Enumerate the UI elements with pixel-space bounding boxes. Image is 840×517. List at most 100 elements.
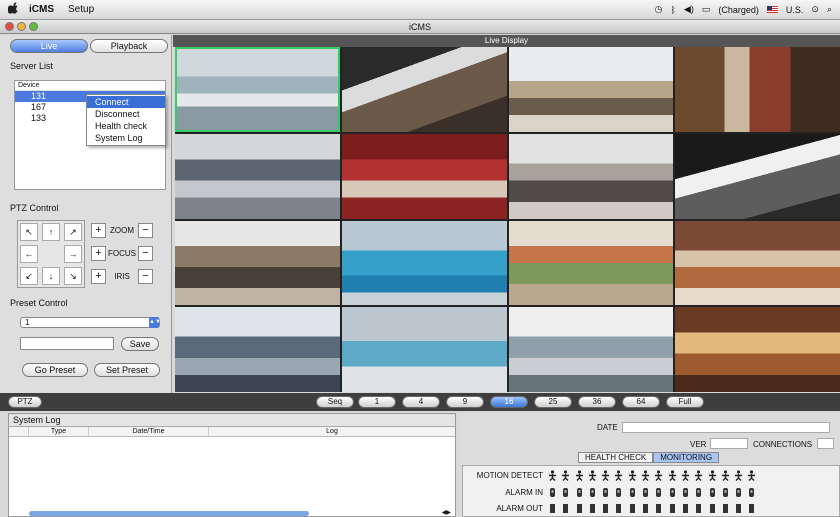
tab-monitoring[interactable]: MONITORING [653, 452, 720, 463]
log-index-column [9, 427, 29, 436]
camera-view[interactable] [675, 220, 840, 306]
log-message-column[interactable]: Log [209, 427, 455, 436]
battery-icon[interactable]: ▭ [702, 4, 711, 15]
time-machine-icon[interactable]: ⊙ [811, 4, 819, 15]
motion-detect-icon [587, 469, 598, 481]
pan-down-right-button[interactable]: ↘ [64, 267, 82, 285]
focus-control: + FOCUS − [91, 246, 153, 261]
system-log-header: Type Date/Time Log [9, 427, 455, 437]
app-menu-name[interactable]: iCMS [29, 4, 54, 15]
camera-view[interactable] [341, 133, 507, 219]
preset-name-input[interactable] [20, 337, 114, 350]
pan-up-left-button[interactable]: ↖ [20, 223, 38, 241]
menu-item-connect[interactable]: Connect [87, 96, 165, 108]
alarm-in-icon [560, 487, 571, 498]
camera-view[interactable] [341, 47, 507, 132]
left-panel: Live Playback Server List Device 131 167… [0, 35, 172, 393]
bluetooth-icon[interactable]: ᛒ [671, 5, 676, 15]
camera-view[interactable] [675, 133, 840, 219]
device-info-panel: DATE VER CONNECTIONS HEALTH CHECK MONITO… [460, 413, 840, 517]
camera-view[interactable] [508, 47, 674, 132]
preset-select[interactable]: 1 ▲▼ [20, 317, 161, 328]
pan-right-button[interactable]: → [64, 245, 82, 263]
go-preset-button[interactable]: Go Preset [22, 363, 88, 377]
save-button[interactable]: Save [121, 337, 159, 351]
camera-view[interactable] [675, 307, 840, 392]
date-label: DATE [597, 423, 618, 432]
split-36-button[interactable]: 36 [578, 396, 616, 408]
zoom-window-button[interactable] [29, 22, 38, 31]
zoom-in-button[interactable]: + [91, 223, 106, 238]
motion-detect-icon [667, 469, 678, 481]
split-9-button[interactable]: 9 [446, 396, 484, 408]
split-4-button[interactable]: 4 [402, 396, 440, 408]
tilt-down-button[interactable]: ↓ [42, 267, 60, 285]
alarm-in-icon [613, 487, 624, 498]
volume-icon[interactable]: ◀) [684, 4, 694, 15]
device-column-header: Device [15, 81, 165, 91]
motion-detect-label: MOTION DETECT [476, 470, 543, 480]
input-language[interactable]: U.S. [786, 5, 804, 15]
version-field [710, 438, 748, 449]
minimize-window-button[interactable] [17, 22, 26, 31]
alarm-in-icon [574, 487, 585, 498]
tilt-up-button[interactable]: ↑ [42, 223, 60, 241]
camera-view[interactable] [175, 133, 340, 219]
alarm-out-icon [653, 503, 664, 514]
split-25-button[interactable]: 25 [534, 396, 572, 408]
menu-item-health-check[interactable]: Health check [87, 120, 165, 132]
clock-icon[interactable]: ◷ [655, 4, 663, 15]
tab-playback[interactable]: Playback [90, 39, 168, 53]
zoom-out-button[interactable]: − [138, 223, 153, 238]
scroll-arrows-icon[interactable]: ◀▶ [442, 509, 451, 516]
iris-open-button[interactable]: + [91, 269, 106, 284]
window-titlebar: iCMS [0, 20, 840, 34]
alarm-in-row: ALARM IN [463, 485, 760, 499]
close-window-button[interactable] [5, 22, 14, 31]
split-64-button[interactable]: 64 [622, 396, 660, 408]
camera-view[interactable] [508, 133, 674, 219]
split-16-button[interactable]: 16 [490, 396, 528, 408]
iris-close-button[interactable]: − [138, 269, 153, 284]
setup-menu[interactable]: Setup [68, 4, 94, 15]
alarm-out-row: ALARM OUT [463, 501, 760, 515]
alarm-out-icon [574, 503, 585, 514]
camera-view[interactable] [175, 220, 340, 306]
camera-view[interactable] [175, 307, 340, 392]
pan-down-left-button[interactable]: ↙ [20, 267, 38, 285]
tab-health-check[interactable]: HEALTH CHECK [578, 452, 654, 463]
camera-view[interactable] [675, 47, 840, 132]
motion-detect-icon [733, 469, 744, 481]
camera-view[interactable] [341, 307, 507, 392]
mode-tabs: Live Playback [10, 39, 168, 53]
camera-view[interactable] [508, 307, 674, 392]
tab-live[interactable]: Live [10, 39, 88, 53]
ptz-toggle-button[interactable]: PTZ [8, 396, 42, 408]
pan-left-button[interactable]: ← [20, 245, 38, 263]
alarm-in-icon [707, 487, 718, 498]
split-seq-button[interactable]: Seq [316, 396, 354, 408]
flag-icon [766, 6, 778, 13]
menu-item-system-log[interactable]: System Log [87, 132, 165, 144]
full-screen-button[interactable]: Full [666, 396, 704, 408]
camera-view[interactable] [175, 47, 340, 132]
log-type-column[interactable]: Type [29, 427, 89, 436]
focus-in-button[interactable]: + [91, 246, 106, 261]
log-scrollbar[interactable] [29, 511, 309, 516]
camera-view[interactable] [341, 220, 507, 306]
set-preset-button[interactable]: Set Preset [94, 363, 160, 377]
window-controls [5, 22, 38, 31]
apple-icon[interactable] [7, 2, 19, 17]
split-1-button[interactable]: 1 [358, 396, 396, 408]
alarm-out-icon [720, 503, 731, 514]
motion-detect-icon [707, 469, 718, 481]
camera-view[interactable] [508, 220, 674, 306]
motion-detect-icon [746, 469, 757, 481]
log-date-column[interactable]: Date/Time [89, 427, 209, 436]
focus-out-button[interactable]: − [138, 246, 153, 261]
menu-item-disconnect[interactable]: Disconnect [87, 108, 165, 120]
motion-detect-row: MOTION DETECT [463, 468, 760, 482]
system-log-panel: System Log Type Date/Time Log ◀▶ [8, 413, 456, 517]
pan-up-right-button[interactable]: ↗ [64, 223, 82, 241]
spotlight-search-icon[interactable]: ⌕ [827, 4, 832, 15]
